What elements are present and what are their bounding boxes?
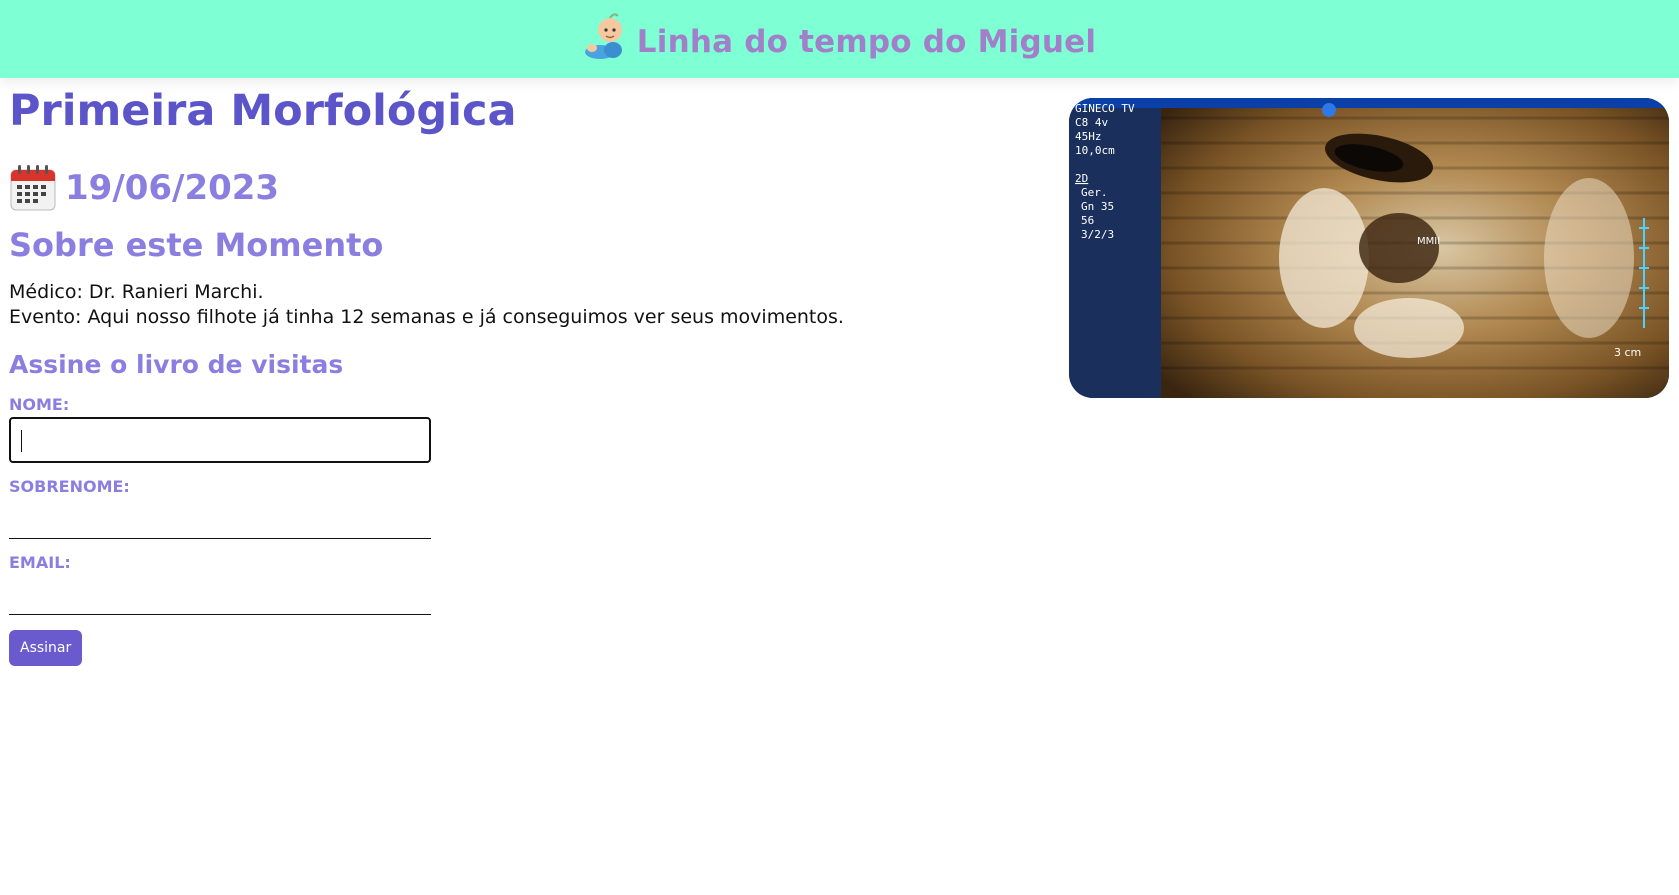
date-row: 19/06/2023 [9, 164, 909, 212]
surname-input[interactable] [9, 499, 431, 539]
overlay-line-2: C8 4v [1075, 116, 1108, 129]
overlay-line-1: GINECO TV [1075, 102, 1135, 115]
moment-date: 19/06/2023 [65, 167, 280, 208]
doctor-text: Médico: Dr. Ranieri Marchi. [9, 280, 264, 303]
surname-label: SOBRENOME: [9, 476, 130, 496]
overlay-line-9: 3/2/3 [1081, 228, 1114, 241]
moment-info: Médico: Dr. Ranieri Marchi. Evento: Aqui… [9, 280, 909, 330]
email-input[interactable] [9, 575, 431, 615]
overlay-line-8: 56 [1081, 214, 1094, 227]
ultrasound-image: GINECO TV C8 4v 45Hz 10,0cm 2D Ger. Gn 3… [1069, 98, 1669, 398]
ultrasound-scale: 3 cm [1614, 346, 1641, 359]
overlay-line-6: Ger. [1081, 186, 1108, 199]
moment-details: Primeira Morfológica 19/06/2023 Sobre es… [9, 86, 909, 666]
sign-button[interactable]: Assinar [9, 629, 83, 666]
overlay-line-7: Gn 35 [1081, 200, 1114, 213]
name-input[interactable] [9, 416, 431, 463]
name-label: NOME: [9, 394, 70, 414]
event-text: Evento: Aqui nosso filhote já tinha 12 s… [9, 305, 844, 328]
overlay-line-4: 10,0cm [1075, 144, 1115, 157]
about-heading: Sobre este Momento [9, 225, 384, 264]
email-label: EMAIL: [9, 552, 71, 572]
overlay-line-3: 45Hz [1075, 130, 1102, 143]
top-header: Linha do tempo do Miguel [0, 0, 1679, 78]
site-title: Linha do tempo do Miguel [636, 24, 1097, 60]
guestbook-form: NOME: SOBRENOME: EMAIL: Assinar [9, 395, 909, 666]
page-title: Primeira Morfológica [9, 86, 517, 136]
baby-icon [584, 13, 622, 59]
overlay-line-5: 2D [1075, 172, 1088, 185]
calendar-icon [10, 164, 56, 211]
text-caret [21, 429, 22, 452]
guestbook-heading: Assine o livro de visitas [9, 349, 344, 379]
ultrasound-mark: MMII [1417, 236, 1440, 247]
